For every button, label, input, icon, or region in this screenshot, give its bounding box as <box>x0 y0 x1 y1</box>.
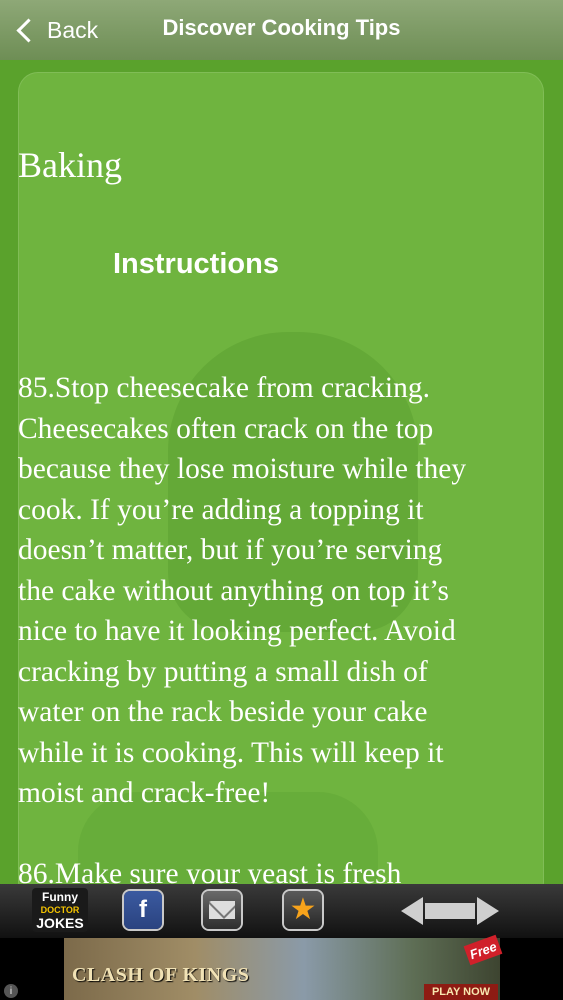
funny-doctor-jokes-logo[interactable]: Funny DOCTOR JOKES <box>32 888 88 932</box>
section-title: Baking <box>18 145 122 185</box>
logo-line-1: Funny <box>42 889 78 904</box>
arrow-bar <box>425 903 475 919</box>
mail-icon <box>209 901 235 919</box>
tip-text: 85.Stop cheesecake from cracking. Cheese… <box>18 372 467 809</box>
favorite-button[interactable]: ★ <box>284 891 322 929</box>
ad-play-now-button[interactable]: PLAY NOW <box>424 984 498 1000</box>
page-title: Discover Cooking Tips <box>162 15 401 40</box>
navigation-bar: Back Discover Cooking Tips <box>0 0 563 60</box>
ad-free-badge: Free <box>463 934 503 966</box>
prev-next-navigation[interactable] <box>398 897 502 925</box>
content-panel[interactable]: Baking Instructions 85.Stop cheesecake f… <box>18 72 544 902</box>
bottom-toolbar: Funny DOCTOR JOKES f ★ <box>0 884 563 938</box>
ad-title: CLASH OF KINGS <box>72 964 250 986</box>
email-share-button[interactable] <box>203 891 241 929</box>
logo-line-3: JOKES <box>36 914 84 931</box>
next-arrow-icon[interactable] <box>477 897 499 925</box>
star-icon: ★ <box>289 893 317 926</box>
previous-arrow-icon[interactable] <box>401 897 423 925</box>
facebook-share-button[interactable]: f <box>124 891 162 929</box>
facebook-icon: f <box>139 896 147 923</box>
ad-image[interactable]: CLASH OF KINGS Free PLAY NOW <box>64 934 503 1000</box>
instructions-heading: Instructions <box>113 248 279 280</box>
ad-banner[interactable]: CLASH OF KINGS Free PLAY NOW i <box>0 934 563 1000</box>
ad-info-icon[interactable]: i <box>4 984 18 998</box>
